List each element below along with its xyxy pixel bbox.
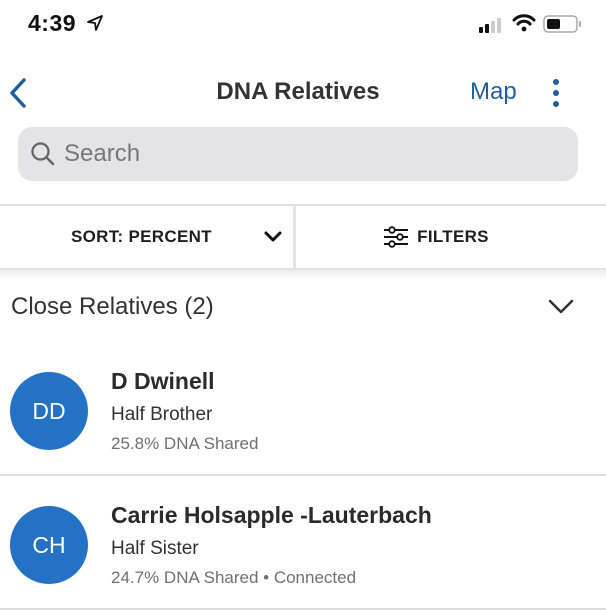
search-icon <box>31 142 55 166</box>
dna-shared-info: 25.8% DNA Shared <box>111 434 259 453</box>
relative-name: D Dwinell <box>111 368 215 394</box>
location-arrow-icon <box>87 15 103 31</box>
chevron-down-icon <box>264 231 282 242</box>
dna-shared-info: 24.7% DNA Shared • Connected <box>111 568 357 587</box>
relationship-label: Half Sister <box>111 538 199 559</box>
search-input[interactable] <box>64 140 544 168</box>
cellular-signal-icon <box>479 18 501 33</box>
status-bar: 4:39 <box>0 0 606 50</box>
nav-bar: DNA Relatives Map <box>0 68 606 118</box>
more-options-icon[interactable] <box>546 76 566 110</box>
sort-dropdown[interactable]: SORT: PERCENT <box>0 206 296 268</box>
relationship-label: Half Brother <box>111 404 213 425</box>
sort-filter-bar: SORT: PERCENT FILTERS <box>0 204 606 270</box>
avatar: CH <box>10 506 88 584</box>
section-header-close-relatives[interactable]: Close Relatives (2) <box>0 285 606 331</box>
filters-label: FILTERS <box>417 227 489 246</box>
search-bar[interactable] <box>18 127 578 181</box>
chevron-down-icon[interactable] <box>548 299 574 315</box>
status-time: 4:39 <box>28 10 77 36</box>
sliders-icon <box>384 226 409 248</box>
relative-name: Carrie Holsapple -Lauterbach <box>111 502 432 528</box>
filters-button[interactable]: FILTERS <box>296 206 606 268</box>
relative-list-item[interactable]: CH Carrie Holsapple -Lauterbach Half Sis… <box>0 478 606 610</box>
relative-list-item[interactable]: DD D Dwinell Half Brother 25.8% DNA Shar… <box>0 344 606 476</box>
avatar: DD <box>10 372 88 450</box>
sort-label: SORT: PERCENT <box>71 227 212 246</box>
battery-icon <box>543 15 581 33</box>
section-title: Close Relatives (2) <box>11 293 214 320</box>
wifi-icon <box>512 14 536 32</box>
map-button[interactable]: Map <box>470 78 517 106</box>
bar-shadow <box>0 270 606 280</box>
